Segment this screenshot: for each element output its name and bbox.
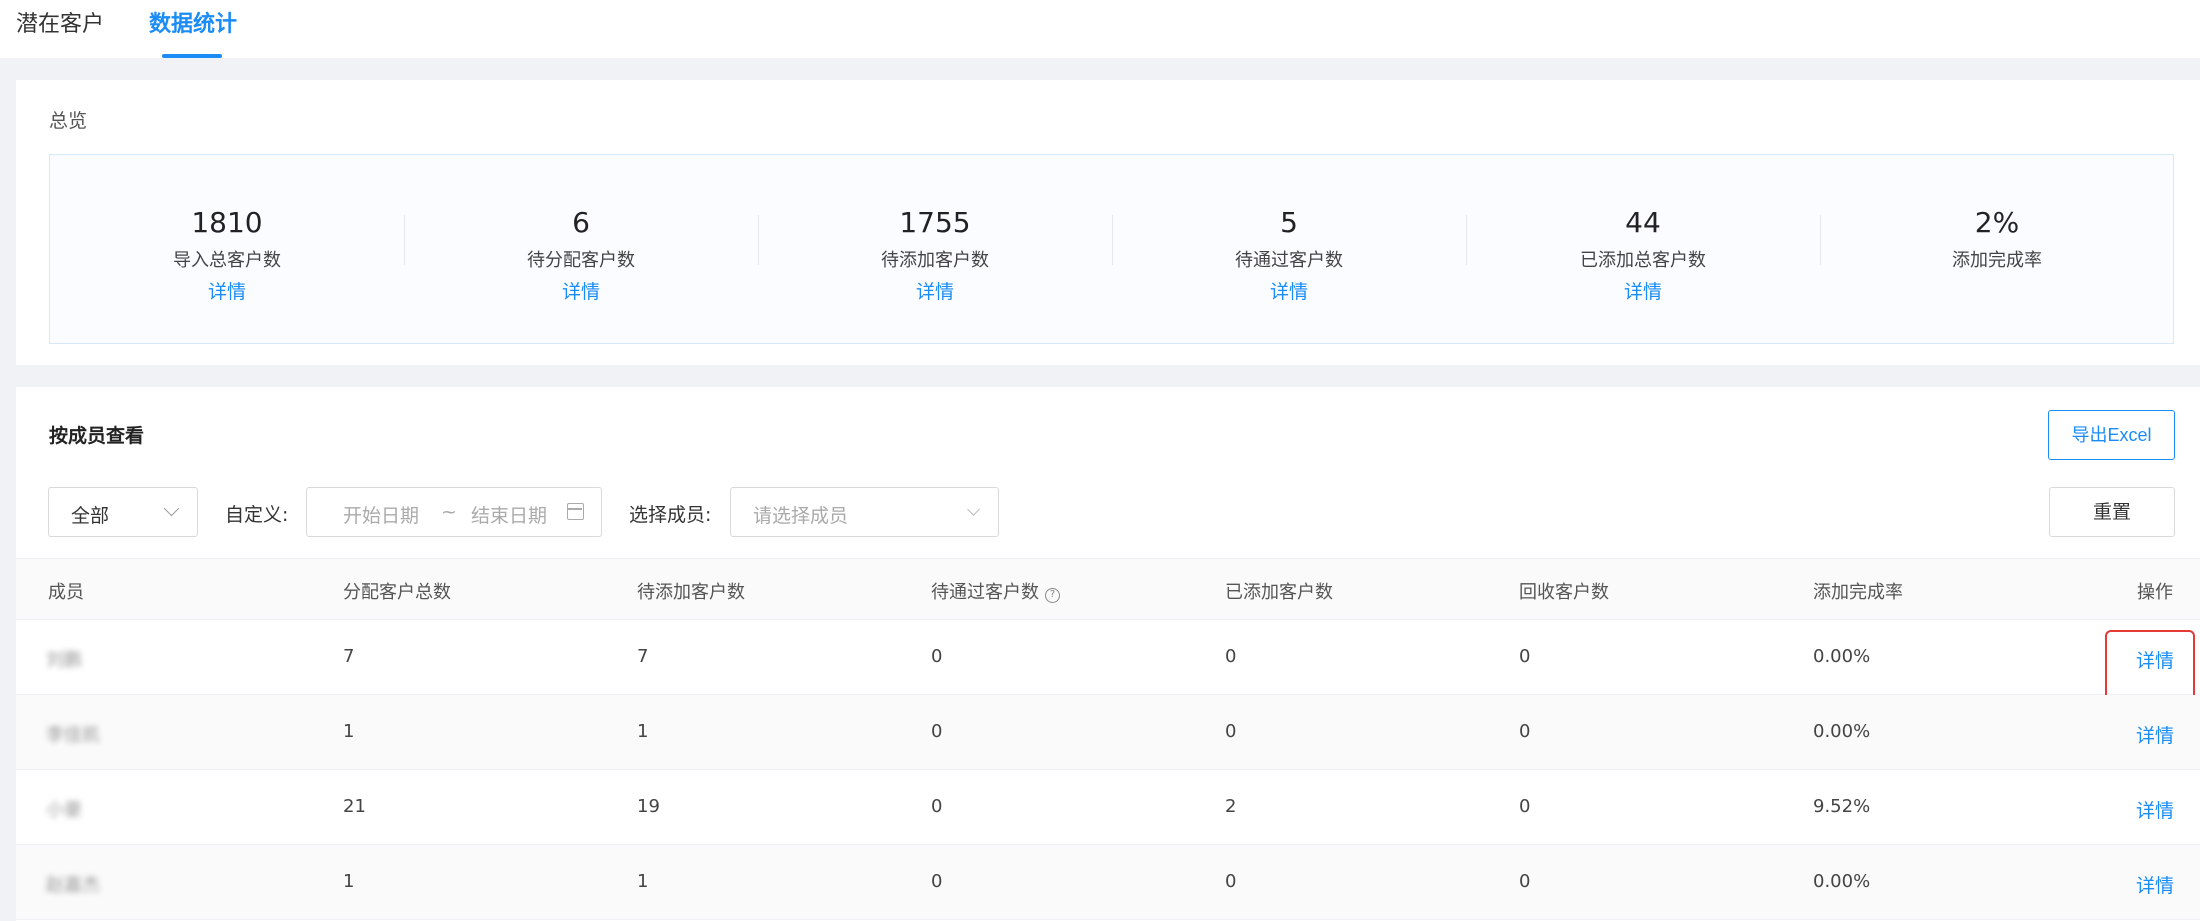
cell-rate: 0.00%: [1813, 721, 1871, 742]
cell-rate: 9.52%: [1813, 796, 1871, 817]
stat-value: 1755: [899, 206, 971, 239]
overview-card: 总览 1810 导入总客户数 详情 6 待分配客户数 详情 1755 待添加客户…: [16, 80, 2200, 365]
col-header-action: 操作: [2137, 582, 2173, 603]
cell-recycled: 0: [1519, 871, 1531, 892]
stat-pending-assign: 6 待分配客户数 详情: [404, 205, 758, 305]
scope-select[interactable]: 全部: [48, 487, 198, 537]
stat-added-total: 44 已添加总客户数 详情: [1466, 205, 1820, 305]
row-detail-link[interactable]: 详情: [2136, 796, 2174, 823]
calendar-icon: [567, 503, 584, 520]
col-header-pending-add: 待添加客户数: [637, 582, 745, 603]
cell-pending-pass: 0: [931, 871, 943, 892]
member-name: 赵嘉杰: [46, 875, 100, 896]
member-name: 刘鹏: [46, 650, 82, 671]
cell-assigned: 1: [343, 721, 355, 742]
member-name: 小豪: [46, 800, 82, 821]
stat-imported-total: 1810 导入总客户数 详情: [50, 205, 404, 305]
tab-data-statistics[interactable]: 数据统计: [149, 10, 237, 40]
cell-recycled: 0: [1519, 721, 1531, 742]
col-header-recycled: 回收客户数: [1519, 582, 1609, 603]
table-row: 赵嘉杰 1 1 0 0 0 0.00% 详情: [16, 845, 2200, 920]
help-icon[interactable]: ?: [1045, 588, 1060, 603]
col-header-added: 已添加客户数: [1225, 582, 1333, 603]
member-name: 李佳凯: [46, 725, 100, 746]
reset-button[interactable]: 重置: [2049, 487, 2175, 537]
cell-pending-pass: 0: [931, 721, 943, 742]
col-header-assigned: 分配客户总数: [343, 582, 451, 603]
tab-potential-customers[interactable]: 潜在客户: [16, 10, 104, 40]
export-excel-button[interactable]: 导出Excel: [2048, 410, 2175, 460]
scope-select-value: 全部: [71, 505, 110, 527]
cell-recycled: 0: [1519, 796, 1531, 817]
member-view-card: 按成员查看 导出Excel 全部 自定义: 开始日期 ~ 结束日期 选择成员: …: [16, 387, 2200, 921]
table-row: 李佳凯 1 1 0 0 0 0.00% 详情: [16, 695, 2200, 770]
cell-recycled: 0: [1519, 646, 1531, 667]
cell-assigned: 7: [343, 646, 355, 667]
range-separator: ~: [441, 501, 457, 523]
member-select-label: 选择成员:: [629, 504, 712, 526]
cell-added: 0: [1225, 721, 1237, 742]
member-select[interactable]: 请选择成员: [730, 487, 999, 537]
col-header-rate: 添加完成率: [1813, 582, 1903, 603]
end-date-input[interactable]: 结束日期: [471, 501, 547, 528]
cell-pending-pass: 0: [931, 646, 943, 667]
cell-added: 0: [1225, 871, 1237, 892]
stat-pending-pass: 5 待通过客户数 详情: [1112, 205, 1466, 305]
cell-assigned: 21: [343, 796, 366, 817]
cell-pending-pass: 0: [931, 796, 943, 817]
cell-assigned: 1: [343, 871, 355, 892]
custom-date-label: 自定义:: [225, 504, 289, 526]
cell-pending-add: 19: [637, 796, 660, 817]
stat-detail-link[interactable]: 详情: [1112, 279, 1466, 305]
stat-value: 1810: [191, 206, 263, 239]
table-row: 小豪 21 19 0 2 0 9.52% 详情: [16, 770, 2200, 845]
stat-value: 44: [1625, 206, 1661, 239]
cell-pending-add: 7: [637, 646, 649, 667]
overview-title: 总览: [49, 110, 88, 132]
top-tabs: 潜在客户 数据统计: [0, 0, 2200, 58]
cell-rate: 0.00%: [1813, 646, 1871, 667]
active-tab-indicator: [162, 54, 222, 58]
stat-label: 待通过客户数: [1235, 250, 1343, 271]
stat-value: 6: [572, 206, 590, 239]
stat-detail-link[interactable]: 详情: [758, 279, 1112, 305]
stat-label: 添加完成率: [1952, 250, 2042, 271]
cell-rate: 0.00%: [1813, 871, 1871, 892]
cell-added: 2: [1225, 796, 1237, 817]
highlight-box: [2105, 630, 2195, 703]
col-header-pending-pass: 待通过客户数?: [931, 578, 1060, 604]
cell-pending-add: 1: [637, 871, 649, 892]
stat-label: 已添加总客户数: [1580, 250, 1706, 271]
cell-added: 0: [1225, 646, 1237, 667]
table-header: 成员 分配客户总数 待添加客户数 待通过客户数? 已添加客户数 回收客户数 添加…: [16, 558, 2200, 620]
start-date-input[interactable]: 开始日期: [343, 501, 419, 528]
table-row: 刘鹏 7 7 0 0 0 0.00% 详情: [16, 620, 2200, 703]
col-header-member: 成员: [48, 582, 84, 603]
overview-stats: 1810 导入总客户数 详情 6 待分配客户数 详情 1755 待添加客户数 详…: [49, 154, 2174, 344]
stat-label: 导入总客户数: [173, 250, 281, 271]
chevron-down-icon: [163, 500, 180, 517]
stat-completion-rate: 2% 添加完成率: [1820, 205, 2174, 273]
stat-pending-add: 1755 待添加客户数 详情: [758, 205, 1112, 305]
date-range-picker[interactable]: 开始日期 ~ 结束日期: [306, 487, 602, 537]
row-detail-link[interactable]: 详情: [2136, 871, 2174, 898]
stat-value: 2%: [1974, 206, 2020, 239]
stat-label: 待分配客户数: [527, 250, 635, 271]
stat-detail-link[interactable]: 详情: [404, 279, 758, 305]
stat-label: 待添加客户数: [881, 250, 989, 271]
row-detail-link[interactable]: 详情: [2136, 721, 2174, 748]
stat-value: 5: [1280, 206, 1298, 239]
stat-detail-link[interactable]: 详情: [50, 279, 404, 305]
cell-pending-add: 1: [637, 721, 649, 742]
stat-detail-link[interactable]: 详情: [1466, 279, 1820, 305]
col-header-pending-pass-label: 待通过客户数: [931, 582, 1039, 603]
member-view-title: 按成员查看: [49, 425, 145, 447]
member-select-placeholder: 请选择成员: [753, 505, 849, 527]
chevron-down-icon: [967, 503, 980, 516]
